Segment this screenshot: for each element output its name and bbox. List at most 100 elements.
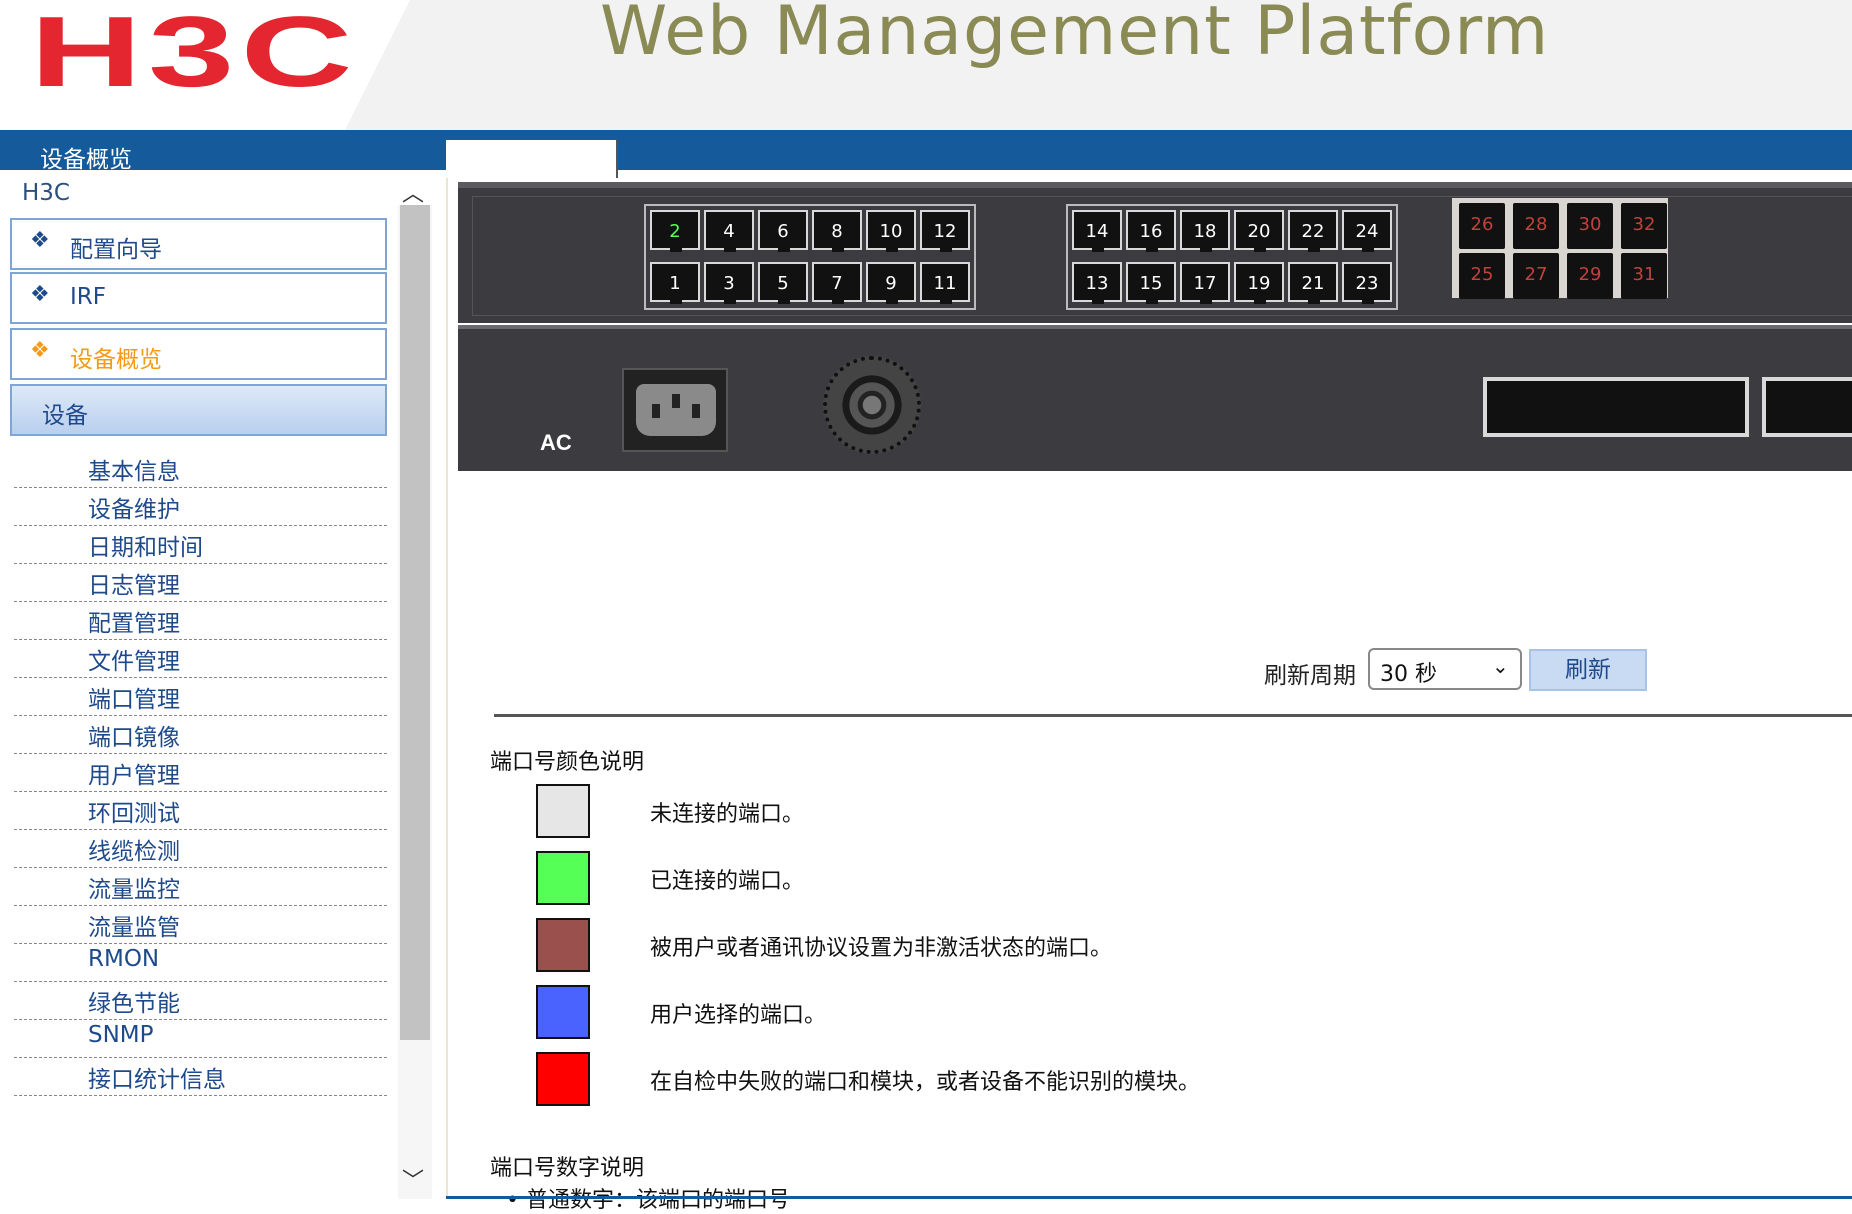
sfp-port[interactable]: 32 xyxy=(1621,203,1667,249)
sidebar-item-label: 日志管理 xyxy=(88,573,180,599)
sidebar-item-label: 端口镜像 xyxy=(88,725,180,751)
sidebar-item-label: 基本信息 xyxy=(88,459,180,485)
sidebar-root[interactable]: H3C xyxy=(22,180,70,206)
sfp-port[interactable]: 30 xyxy=(1567,203,1613,249)
breadcrumb-bar: 设备概览 xyxy=(0,130,1852,173)
ethernet-port[interactable]: 19 xyxy=(1234,262,1284,304)
sfp-port[interactable]: 31 xyxy=(1621,253,1667,299)
ethernet-port[interactable]: 8 xyxy=(812,210,862,252)
ethernet-port[interactable]: 1 xyxy=(650,262,700,304)
sidebar: H3C ❖ 配置向导 ❖ IRF ❖ 设备概览 设备 基本信息 设备维护 日期和时间… xyxy=(0,170,440,1199)
fan-icon xyxy=(823,356,921,454)
ethernet-port[interactable]: 16 xyxy=(1126,210,1176,252)
ethernet-port[interactable]: 14 xyxy=(1072,210,1122,252)
sidebar-item-label: 流量监控 xyxy=(88,877,180,903)
select-value: 30 秒 xyxy=(1380,662,1437,687)
menu-label: IRF xyxy=(70,284,106,310)
divider xyxy=(494,714,1852,717)
chevron-down-icon: ⌄ xyxy=(1492,654,1509,678)
sfp-port-block: 26 28 30 32 25 27 29 31 xyxy=(1452,198,1668,299)
refresh-period-label: 刷新周期 xyxy=(1264,663,1356,689)
sidebar-item-label: 接口统计信息 xyxy=(88,1067,226,1093)
ethernet-port[interactable]: 2 xyxy=(650,210,700,252)
header: H3C Web Management Platform xyxy=(0,0,1852,130)
menu-group-device[interactable]: 设备 xyxy=(10,384,387,436)
color-swatch xyxy=(536,784,590,838)
diamond-icon: ❖ xyxy=(30,282,50,307)
sidebar-item-label: RMON xyxy=(88,946,160,972)
power-label: AC xyxy=(540,430,572,455)
color-swatch xyxy=(536,851,590,905)
sidebar-item[interactable]: 接口统计信息 xyxy=(14,1052,387,1096)
sidebar-item-label: 文件管理 xyxy=(88,649,180,675)
scroll-up-icon[interactable]: ︿ xyxy=(402,176,424,208)
h3c-logo: H3C xyxy=(30,0,359,108)
ethernet-port[interactable]: 15 xyxy=(1126,262,1176,304)
refresh-period-select[interactable]: 30 秒 ⌄ xyxy=(1368,648,1522,690)
menu-label: 配置向导 xyxy=(70,237,162,263)
scrollbar-thumb[interactable] xyxy=(400,205,430,1040)
sfp-port[interactable]: 25 xyxy=(1459,253,1505,299)
ethernet-port[interactable]: 12 xyxy=(920,210,970,252)
sidebar-item-label: 流量监管 xyxy=(88,915,180,941)
ethernet-port[interactable]: 9 xyxy=(866,262,916,304)
color-swatch xyxy=(536,985,590,1039)
ethernet-port[interactable]: 20 xyxy=(1234,210,1284,252)
sfp-port[interactable]: 26 xyxy=(1459,203,1505,249)
color-swatch xyxy=(536,918,590,972)
ethernet-port[interactable]: 24 xyxy=(1342,210,1392,252)
ethernet-port[interactable]: 5 xyxy=(758,262,808,304)
logo-area: H3C xyxy=(0,0,410,130)
legend-text: 在自检中失败的端口和模块，或者设备不能识别的模块。 xyxy=(650,1070,1201,1095)
sfp-port[interactable]: 29 xyxy=(1567,253,1613,299)
sidebar-item-label: 配置管理 xyxy=(88,611,180,637)
sidebar-item-label: 端口管理 xyxy=(88,687,180,713)
refresh-button[interactable]: 刷新 xyxy=(1529,649,1647,691)
ethernet-port[interactable]: 11 xyxy=(920,262,970,304)
ethernet-port[interactable]: 23 xyxy=(1342,262,1392,304)
power-socket-icon xyxy=(622,368,728,452)
port-bank: 2 4 6 8 10 12 1 3 5 7 9 11 xyxy=(644,204,976,310)
sfp-port[interactable]: 28 xyxy=(1513,203,1559,249)
menu-device-overview[interactable]: ❖ 设备概览 xyxy=(10,328,387,380)
ethernet-port[interactable]: 10 xyxy=(866,210,916,252)
legend-text: 被用户或者通讯协议设置为非激活状态的端口。 xyxy=(650,936,1113,961)
legend-title: 端口号颜色说明 xyxy=(490,750,645,775)
ethernet-port[interactable]: 4 xyxy=(704,210,754,252)
legend-text: 未连接的端口。 xyxy=(650,802,805,827)
group-label: 设备 xyxy=(42,403,88,429)
ethernet-port[interactable]: 7 xyxy=(812,262,862,304)
color-swatch xyxy=(536,1052,590,1106)
port-bank: 14 16 18 20 22 24 13 15 17 19 21 23 xyxy=(1066,204,1398,310)
ethernet-port[interactable]: 22 xyxy=(1288,210,1338,252)
ethernet-port[interactable]: 3 xyxy=(704,262,754,304)
sidebar-item-label: 环回测试 xyxy=(88,801,180,827)
frame-divider xyxy=(446,170,448,1199)
menu-irf[interactable]: ❖ IRF xyxy=(10,272,387,324)
ethernet-port[interactable]: 6 xyxy=(758,210,808,252)
menu-config-wizard[interactable]: ❖ 配置向导 xyxy=(10,218,387,270)
sidebar-item-label: 用户管理 xyxy=(88,763,180,789)
ethernet-port[interactable]: 18 xyxy=(1180,210,1230,252)
breadcrumb: 设备概览 xyxy=(40,147,132,173)
menu-label: 设备概览 xyxy=(70,347,162,373)
tab-edge xyxy=(446,140,618,178)
sidebar-item-label: 线缆检测 xyxy=(88,839,180,865)
digits-title: 端口号数字说明 xyxy=(490,1156,645,1181)
platform-title: Web Management Platform xyxy=(600,0,1550,71)
diamond-icon: ❖ xyxy=(30,338,50,363)
sfp-port[interactable]: 27 xyxy=(1513,253,1559,299)
sidebar-item-label: 设备维护 xyxy=(88,497,180,523)
sidebar-item-label: 绿色节能 xyxy=(88,991,180,1017)
sidebar-item-label: SNMP xyxy=(88,1022,154,1048)
legend-text: 已连接的端口。 xyxy=(650,869,805,894)
expansion-slot[interactable] xyxy=(1762,377,1852,437)
ethernet-port[interactable]: 13 xyxy=(1072,262,1122,304)
ethernet-port[interactable]: 17 xyxy=(1180,262,1230,304)
scroll-down-icon[interactable]: ﹀ xyxy=(402,1163,424,1195)
power-plug-shape xyxy=(636,384,716,436)
legend-text: 用户选择的端口。 xyxy=(650,1003,827,1028)
diamond-icon: ❖ xyxy=(30,228,50,253)
expansion-slot[interactable] xyxy=(1483,377,1749,437)
ethernet-port[interactable]: 21 xyxy=(1288,262,1338,304)
